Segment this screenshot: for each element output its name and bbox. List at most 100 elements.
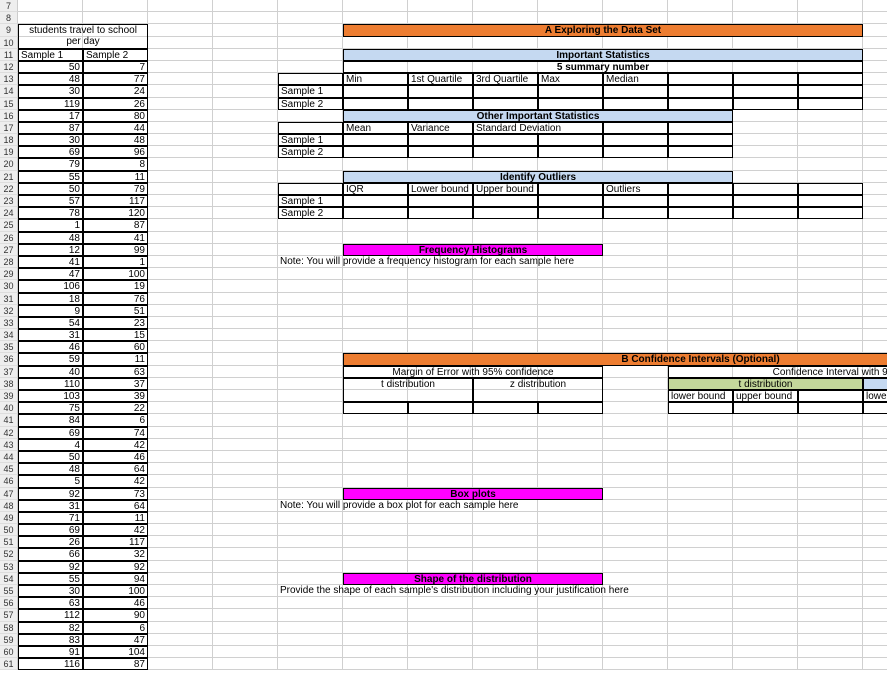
- blank-cell[interactable]: [278, 268, 343, 280]
- blank-cell[interactable]: [538, 439, 603, 451]
- blank-cell[interactable]: [343, 158, 408, 170]
- blank-cell[interactable]: [343, 341, 408, 353]
- blank-cell[interactable]: [798, 280, 863, 292]
- blank-cell[interactable]: [538, 536, 603, 548]
- blank-cell[interactable]: [733, 439, 798, 451]
- blank-cell[interactable]: [603, 573, 668, 585]
- blank-cell[interactable]: [798, 548, 863, 560]
- blank-cell[interactable]: [278, 658, 343, 670]
- blank-cell[interactable]: [213, 293, 278, 305]
- empty-cell[interactable]: [603, 146, 668, 158]
- empty-cell[interactable]: [408, 195, 473, 207]
- empty-cell[interactable]: [473, 146, 538, 158]
- blank-cell[interactable]: [733, 341, 798, 353]
- blank-cell[interactable]: [213, 573, 278, 585]
- blank-cell[interactable]: [148, 353, 213, 365]
- blank-cell[interactable]: [603, 378, 668, 390]
- blank-cell[interactable]: [213, 317, 278, 329]
- blank-cell[interactable]: [278, 329, 343, 341]
- empty-cell[interactable]: [343, 85, 408, 97]
- blank-cell[interactable]: [538, 12, 603, 24]
- blank-cell[interactable]: [213, 414, 278, 426]
- blank-cell[interactable]: [473, 451, 538, 463]
- blank-cell[interactable]: [148, 414, 213, 426]
- blank-cell[interactable]: [538, 475, 603, 487]
- blank-cell[interactable]: [148, 305, 213, 317]
- blank-cell[interactable]: [538, 293, 603, 305]
- blank-cell[interactable]: [863, 439, 887, 451]
- blank-cell[interactable]: [473, 219, 538, 231]
- blank-cell[interactable]: [863, 73, 887, 85]
- blank-cell[interactable]: [863, 146, 887, 158]
- blank-cell[interactable]: [798, 500, 863, 512]
- blank-cell[interactable]: [538, 548, 603, 560]
- empty-cell[interactable]: [408, 134, 473, 146]
- blank-cell[interactable]: [343, 609, 408, 621]
- blank-cell[interactable]: [213, 548, 278, 560]
- blank-cell[interactable]: [863, 329, 887, 341]
- blank-cell[interactable]: [733, 280, 798, 292]
- blank-cell[interactable]: [668, 317, 733, 329]
- blank-cell[interactable]: [733, 622, 798, 634]
- blank-cell[interactable]: [798, 597, 863, 609]
- blank-cell[interactable]: [473, 561, 538, 573]
- blank-cell[interactable]: [863, 524, 887, 536]
- blank-cell[interactable]: [408, 37, 473, 49]
- blank-cell[interactable]: [148, 646, 213, 658]
- blank-cell[interactable]: [733, 268, 798, 280]
- blank-cell[interactable]: [798, 219, 863, 231]
- blank-cell[interactable]: [798, 134, 863, 146]
- blank-cell[interactable]: [798, 146, 863, 158]
- blank-cell[interactable]: [213, 0, 278, 12]
- blank-cell[interactable]: [148, 402, 213, 414]
- blank-cell[interactable]: [863, 463, 887, 475]
- blank-cell[interactable]: [278, 280, 343, 292]
- blank-cell[interactable]: [603, 536, 668, 548]
- blank-cell[interactable]: [603, 268, 668, 280]
- blank-cell[interactable]: [213, 122, 278, 134]
- blank-cell[interactable]: [733, 573, 798, 585]
- blank-cell[interactable]: [733, 609, 798, 621]
- row-header[interactable]: 22: [0, 183, 18, 195]
- blank-cell[interactable]: [668, 305, 733, 317]
- row-header[interactable]: 20: [0, 158, 18, 170]
- blank-cell[interactable]: [408, 341, 473, 353]
- spreadsheet-grid[interactable]: 7891011121314151617181920212223242526272…: [0, 0, 887, 670]
- row-header[interactable]: 25: [0, 219, 18, 231]
- empty-cell[interactable]: [343, 195, 408, 207]
- blank-cell[interactable]: [798, 268, 863, 280]
- blank-cell[interactable]: [473, 37, 538, 49]
- blank-cell[interactable]: [213, 488, 278, 500]
- row-header[interactable]: 40: [0, 402, 18, 414]
- blank-cell[interactable]: [603, 329, 668, 341]
- blank-cell[interactable]: [798, 463, 863, 475]
- blank-cell[interactable]: [538, 219, 603, 231]
- blank-cell[interactable]: [343, 268, 408, 280]
- blank-cell[interactable]: [408, 305, 473, 317]
- row-header[interactable]: 55: [0, 585, 18, 597]
- blank-cell[interactable]: [798, 451, 863, 463]
- blank-cell[interactable]: [733, 12, 798, 24]
- blank-cell[interactable]: [863, 451, 887, 463]
- blank-cell[interactable]: [863, 293, 887, 305]
- blank-cell[interactable]: [148, 171, 213, 183]
- empty-cell[interactable]: [473, 85, 538, 97]
- blank-cell[interactable]: [863, 500, 887, 512]
- blank-cell[interactable]: [863, 512, 887, 524]
- blank-cell[interactable]: [603, 609, 668, 621]
- blank-cell[interactable]: [213, 439, 278, 451]
- blank-cell[interactable]: [213, 98, 278, 110]
- blank-cell[interactable]: [278, 439, 343, 451]
- blank-cell[interactable]: [798, 475, 863, 487]
- blank-cell[interactable]: [668, 524, 733, 536]
- blank-cell[interactable]: [798, 158, 863, 170]
- blank-cell[interactable]: [213, 73, 278, 85]
- blank-cell[interactable]: [473, 317, 538, 329]
- row-header[interactable]: 28: [0, 256, 18, 268]
- blank-cell[interactable]: [278, 597, 343, 609]
- blank-cell[interactable]: [863, 256, 887, 268]
- blank-cell[interactable]: [278, 609, 343, 621]
- blank-cell[interactable]: [863, 646, 887, 658]
- row-header[interactable]: 54: [0, 573, 18, 585]
- blank-cell[interactable]: [668, 439, 733, 451]
